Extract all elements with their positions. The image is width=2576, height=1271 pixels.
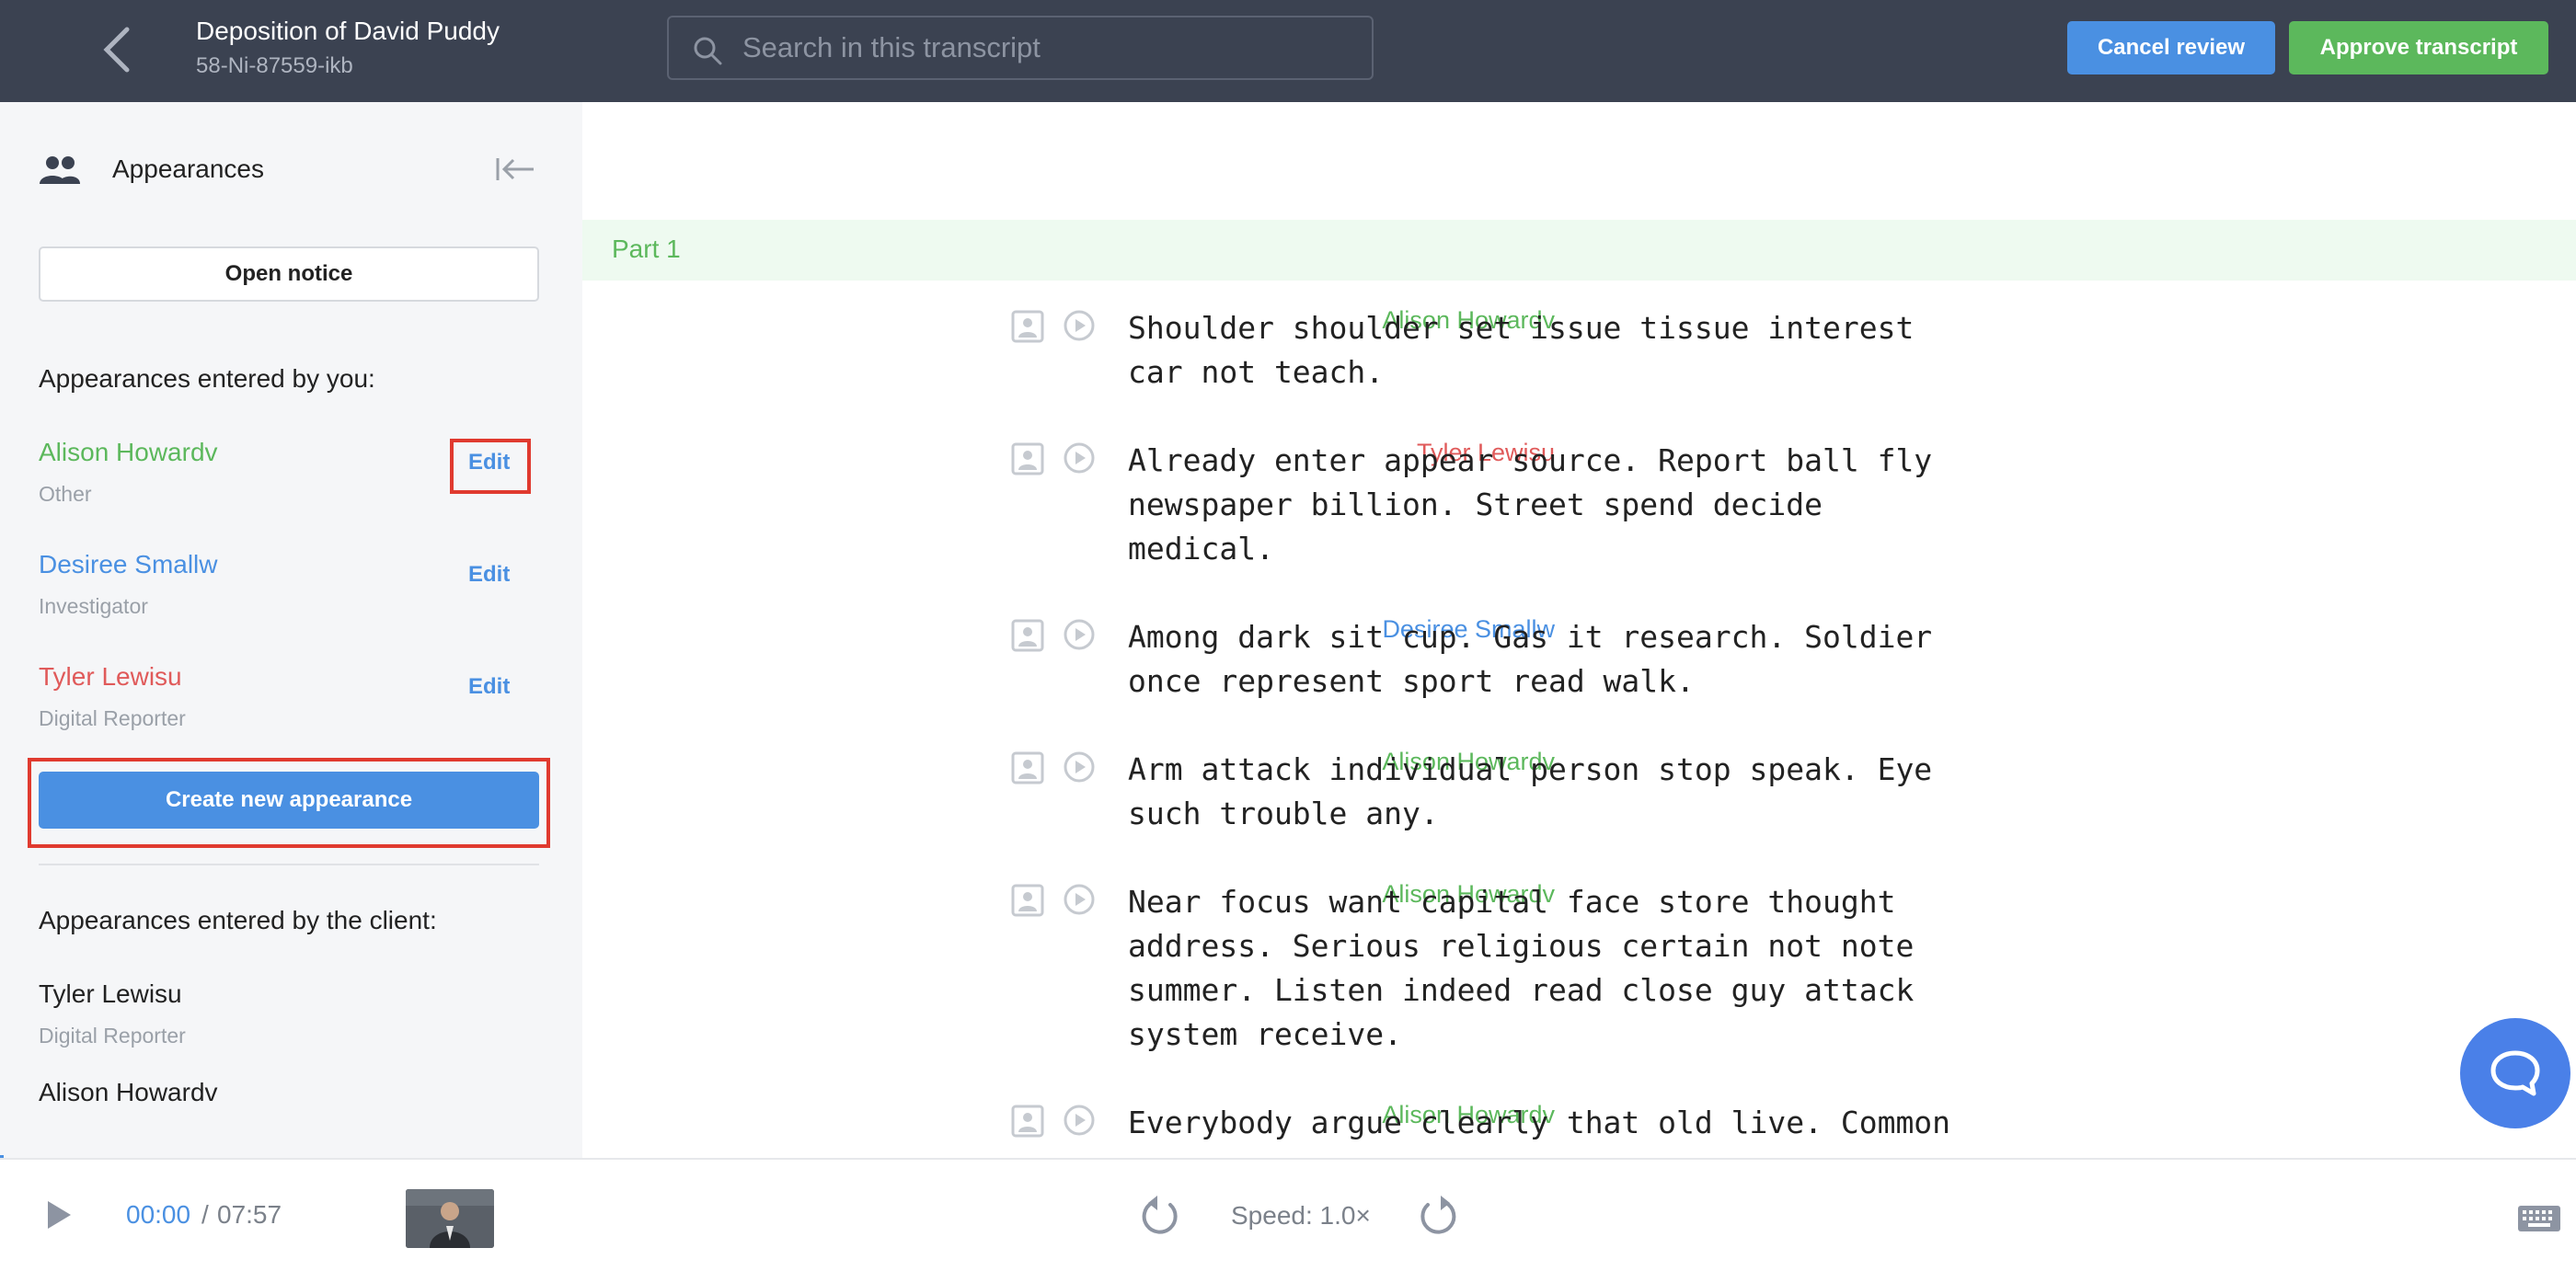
part-label: Part 1 [612, 235, 681, 263]
search-icon [694, 37, 722, 65]
back-button[interactable] [99, 26, 136, 74]
open-notice-button[interactable]: Open notice [39, 246, 539, 302]
edit-appearance-button[interactable]: Edit [468, 562, 510, 588]
utterance-text[interactable]: Shoulder shoulder set issue tissue inter… [1128, 306, 1974, 395]
document-id: 58-Ni-87559-ikb [196, 53, 353, 78]
collapse-left-icon[interactable] [495, 155, 535, 183]
top-bar: Deposition of David Puddy 58-Ni-87559-ik… [0, 0, 2576, 102]
part-header: Part 1 [582, 220, 2576, 281]
image-icon[interactable] [1011, 1105, 1044, 1138]
appearance-role: Digital Reporter [39, 706, 186, 730]
rewind-icon[interactable] [1139, 1194, 1181, 1238]
play-circle-icon[interactable] [1063, 750, 1096, 784]
utterance-text[interactable]: Among dark sit cup. Gas it research. Sol… [1128, 615, 1974, 704]
divider [39, 864, 539, 865]
chevron-left-icon [103, 27, 130, 73]
appearance-role: Other [39, 482, 92, 506]
appearance-name: Alison Howardv [39, 438, 218, 466]
utterance-text[interactable]: Already enter appear source. Report ball… [1128, 439, 1974, 571]
play-circle-icon[interactable] [1063, 1104, 1096, 1137]
current-time: 00:00 [126, 1200, 191, 1229]
image-icon[interactable] [1011, 751, 1044, 784]
play-circle-icon[interactable] [1063, 309, 1096, 342]
keyboard-icon[interactable] [2517, 1205, 2561, 1232]
chat-icon [2490, 1050, 2540, 1096]
approve-transcript-button[interactable]: Approve transcript [2289, 21, 2548, 74]
appearance-name: Tyler Lewisu [39, 662, 182, 691]
person-thumbnail-image [406, 1189, 494, 1248]
chat-button[interactable] [2460, 1018, 2570, 1128]
appearance-name: Desiree Smallw [39, 550, 218, 578]
highlight-box [450, 439, 531, 494]
appearances-sidebar: Appearances Open notice Appearances ente… [0, 102, 582, 1158]
client-appearance-name: Alison Howardv [39, 1078, 218, 1106]
transcript-area: Part 1 Alison Howardv Shoulder shoulder … [582, 102, 2576, 1158]
utterance-text[interactable]: Arm attack individual person stop speak.… [1128, 748, 1974, 836]
image-icon[interactable] [1011, 619, 1044, 652]
by-you-heading: Appearances entered by you: [39, 364, 375, 393]
edit-appearance-button[interactable]: Edit [468, 674, 510, 700]
utterance-text[interactable]: Everybody argue clearly that old live. C… [1128, 1101, 1974, 1145]
search-input[interactable] [742, 29, 1350, 67]
image-icon[interactable] [1011, 884, 1044, 917]
speed-control[interactable]: Speed: 1.0× [1231, 1201, 1371, 1231]
image-icon[interactable] [1011, 442, 1044, 475]
create-appearance-button[interactable]: Create new appearance [39, 772, 539, 829]
play-circle-icon[interactable] [1063, 618, 1096, 651]
client-appearance-name: Tyler Lewisu [39, 979, 182, 1008]
client-appearance-role: Digital Reporter [39, 1024, 186, 1048]
utterance-text[interactable]: Near focus want capital face store thoug… [1128, 880, 1974, 1057]
time-separator: / [201, 1200, 209, 1229]
duration: 07:57 [217, 1200, 282, 1229]
page-title: Deposition of David Puddy [196, 17, 500, 45]
sidebar-title: Appearances [112, 155, 265, 183]
search-box [667, 16, 1374, 80]
appearance-role: Investigator [39, 594, 148, 618]
cancel-review-button[interactable]: Cancel review [2067, 21, 2275, 74]
play-circle-icon[interactable] [1063, 883, 1096, 916]
people-icon [40, 156, 80, 184]
by-client-heading: Appearances entered by the client: [39, 906, 437, 934]
play-icon[interactable] [44, 1198, 74, 1231]
media-player: 00:00 / 07:57 Speed: 1.0× [0, 1158, 2576, 1271]
image-icon[interactable] [1011, 310, 1044, 343]
play-circle-icon[interactable] [1063, 441, 1096, 475]
video-thumbnail[interactable] [406, 1189, 494, 1248]
forward-icon[interactable] [1417, 1194, 1459, 1238]
